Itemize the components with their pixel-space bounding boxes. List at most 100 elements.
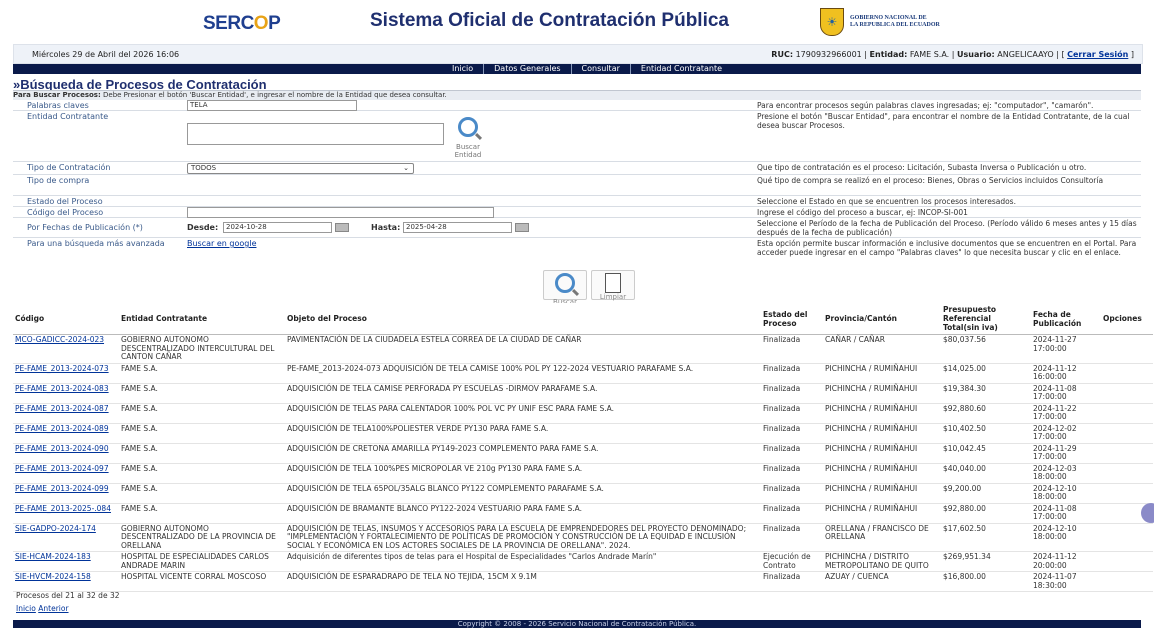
cell-objeto: ADQUISICIÓN DE ESPARADRAPO DE TELA NO TE…	[285, 571, 761, 592]
help-fechas: Seleccione el Período de la fecha de Pub…	[757, 219, 1137, 237]
label-avanzada: Para una búsqueda más avanzada	[27, 239, 165, 248]
desde-input[interactable]: 2024-10-28	[223, 222, 332, 233]
cell-codigo: SIE-GADPO-2024-174	[13, 523, 119, 552]
cell-codigo: PE-FAME_2013-2024-089	[13, 423, 119, 444]
process-code-link[interactable]: PE-FAME_2013-2024-089	[15, 424, 109, 433]
cell-fecha: 2024-11-08 17:00:00	[1031, 383, 1101, 404]
palabras-input[interactable]: TELA	[187, 100, 357, 111]
floating-help-button[interactable]	[1141, 503, 1154, 523]
gov-logo: ☀ GOBIERNO NACIONAL DE LA REPUBLICA DEL E…	[820, 8, 940, 36]
calendar-icon[interactable]	[515, 223, 529, 232]
table-row: PE-FAME_2013-2024-073 FAME S.A. PE-FAME_20…	[13, 363, 1153, 384]
calendar-icon[interactable]	[335, 223, 349, 232]
cell-presupuesto: $40,040.00	[941, 463, 1031, 484]
cell-entidad: GOBIERNO AUTONOMO DESCENTRALIZADO INTERC…	[119, 334, 285, 364]
label-estado: Estado del Proceso	[27, 197, 103, 206]
cell-estado: Ejecución de Contrato	[761, 551, 823, 572]
sercop-logo[interactable]: SERCOP	[203, 13, 281, 35]
nav-datos-generales[interactable]: Datos Generales	[484, 64, 572, 74]
cell-entidad: FAME S.A.	[119, 383, 285, 404]
label-entidad: Entidad Contratante	[27, 112, 109, 121]
table-header: Código Entidad Contratante Objeto del Pr…	[13, 303, 1153, 335]
table-row: PE-FAME_2013-2024-087 FAME S.A. ADQUISICIÓ…	[13, 403, 1153, 424]
cell-provincia: CAÑAR / CAÑAR	[823, 334, 941, 364]
cell-codigo: PE-FAME_2013-2024-097	[13, 463, 119, 484]
action-buttons: Buscar Limpiar	[543, 270, 643, 306]
cell-provincia: PICHINCHA / RUMIÑAHUI	[823, 483, 941, 504]
hasta-input[interactable]: 2025-04-28	[403, 222, 512, 233]
entidad-textarea[interactable]	[187, 123, 444, 145]
cell-codigo: MCO-GADICC-2024-023	[13, 334, 119, 364]
search-icon	[458, 117, 478, 137]
cell-entidad: FAME S.A.	[119, 363, 285, 384]
col-codigo: Código	[13, 303, 119, 335]
site-title: Sistema Oficial de Contratación Pública	[370, 10, 729, 31]
cell-opciones	[1101, 523, 1153, 552]
row-estado: Estado del Proceso Seleccione el Estado …	[13, 196, 1141, 207]
logout-link[interactable]: Cerrar Sesión	[1067, 50, 1128, 59]
ecuador-shield-icon: ☀	[820, 8, 844, 36]
codigo-input[interactable]	[187, 207, 494, 218]
cell-opciones	[1101, 423, 1153, 444]
process-code-link[interactable]: SIE-HCAM-2024-183	[15, 552, 91, 561]
cell-objeto: ADQUISICIÓN DE BRAMANTE BLANCO PY122-202…	[285, 503, 761, 524]
label-tipo-compra: Tipo de compra	[27, 176, 90, 185]
pager-inicio-link[interactable]: Inicio	[16, 604, 36, 613]
process-code-link[interactable]: MCO-GADICC-2024-023	[15, 335, 104, 344]
buscar-button[interactable]: Buscar	[543, 270, 587, 306]
cell-fecha: 2024-12-03 18:00:00	[1031, 463, 1101, 484]
limpiar-button[interactable]: Limpiar	[591, 270, 635, 301]
cell-estado: Finalizada	[761, 523, 823, 552]
tipo-contratacion-select[interactable]: TODOS ⌄	[187, 163, 414, 174]
row-entidad: Entidad Contratante Buscar Entidad Presi…	[13, 111, 1141, 162]
pager-info: Procesos del 21 al 32 de 32	[16, 591, 120, 600]
process-code-link[interactable]: PE-FAME_2013-2024-090	[15, 444, 109, 453]
buscar-entidad-button[interactable]: Buscar Entidad	[453, 117, 483, 159]
help-tipo-compra: Qué tipo de compra se realizó en el proc…	[757, 176, 1104, 185]
cell-presupuesto: $10,402.50	[941, 423, 1031, 444]
instructions: Para Buscar Procesos: Debe Presionar el …	[13, 90, 1141, 100]
cell-presupuesto: $10,042.45	[941, 443, 1031, 464]
results-table: Código Entidad Contratante Objeto del Pr…	[13, 303, 1153, 592]
pager-anterior-link[interactable]: Anterior	[38, 604, 68, 613]
cell-objeto: ADQUISICIÓN DE TELAS, INSUMOS Y ACCESORI…	[285, 523, 761, 552]
cell-estado: Finalizada	[761, 334, 823, 364]
row-fechas: Por Fechas de Publicación (*) Desde: 202…	[13, 218, 1141, 238]
col-estado: Estado del Proceso	[761, 303, 823, 335]
process-code-link[interactable]: PE-FAME_2013-2024-087	[15, 404, 109, 413]
cell-opciones	[1101, 483, 1153, 504]
cell-codigo: SIE-HCAM-2024-183	[13, 551, 119, 572]
cell-presupuesto: $92,880.60	[941, 403, 1031, 424]
cell-objeto: ADQUISICIÓN DE TELA CAMISE PERFORADA PY …	[285, 383, 761, 404]
process-code-link[interactable]: PE-FAME_2013-2024-073	[15, 364, 109, 373]
row-codigo: Código del Proceso Ingrese el código del…	[13, 207, 1141, 218]
cell-codigo: SIE-HVCM-2024-158	[13, 571, 119, 592]
process-code-link[interactable]: SIE-GADPO-2024-174	[15, 524, 96, 533]
cell-opciones	[1101, 383, 1153, 404]
cell-objeto: ADQUISICIÓN DE TELAS PARA CALENTADOR 100…	[285, 403, 761, 424]
nav-inicio[interactable]: Inicio	[442, 64, 485, 74]
help-entidad: Presione el botón "Buscar Entidad", para…	[757, 112, 1130, 130]
table-row: SIE-HCAM-2024-183 HOSPITAL DE ESPECIALIDA…	[13, 551, 1153, 572]
buscar-google-link[interactable]: Buscar en google	[187, 239, 256, 248]
col-provincia: Provincia/Cantón	[823, 303, 941, 335]
cell-entidad: FAME S.A.	[119, 503, 285, 524]
process-code-link[interactable]: SIE-HVCM-2024-158	[15, 572, 91, 581]
cell-codigo: PE-FAME_2013-2024-083	[13, 383, 119, 404]
cell-fecha: 2024-11-08 17:00:00	[1031, 503, 1101, 524]
nav-consultar[interactable]: Consultar	[572, 64, 631, 74]
cell-estado: Finalizada	[761, 463, 823, 484]
process-code-link[interactable]: PE-FAME_2013-2024-083	[15, 384, 109, 393]
cell-fecha: 2024-11-22 17:00:00	[1031, 403, 1101, 424]
nav-entidad-contratante[interactable]: Entidad Contratante	[631, 64, 732, 74]
cell-estado: Finalizada	[761, 363, 823, 384]
cell-presupuesto: $14,025.00	[941, 363, 1031, 384]
current-date: Miércoles 29 de Abril del 2026 16:06	[32, 49, 180, 59]
cell-opciones	[1101, 463, 1153, 484]
process-code-link[interactable]: PE-FAME_2013-2025-.084	[15, 504, 111, 513]
process-code-link[interactable]: PE-FAME_2013-2024-097	[15, 464, 109, 473]
cell-provincia: PICHINCHA / RUMIÑAHUI	[823, 423, 941, 444]
cell-estado: Finalizada	[761, 503, 823, 524]
process-code-link[interactable]: PE-FAME_2013-2024-099	[15, 484, 109, 493]
header: SERCOP Sistema Oficial de Contratación P…	[0, 0, 1154, 44]
